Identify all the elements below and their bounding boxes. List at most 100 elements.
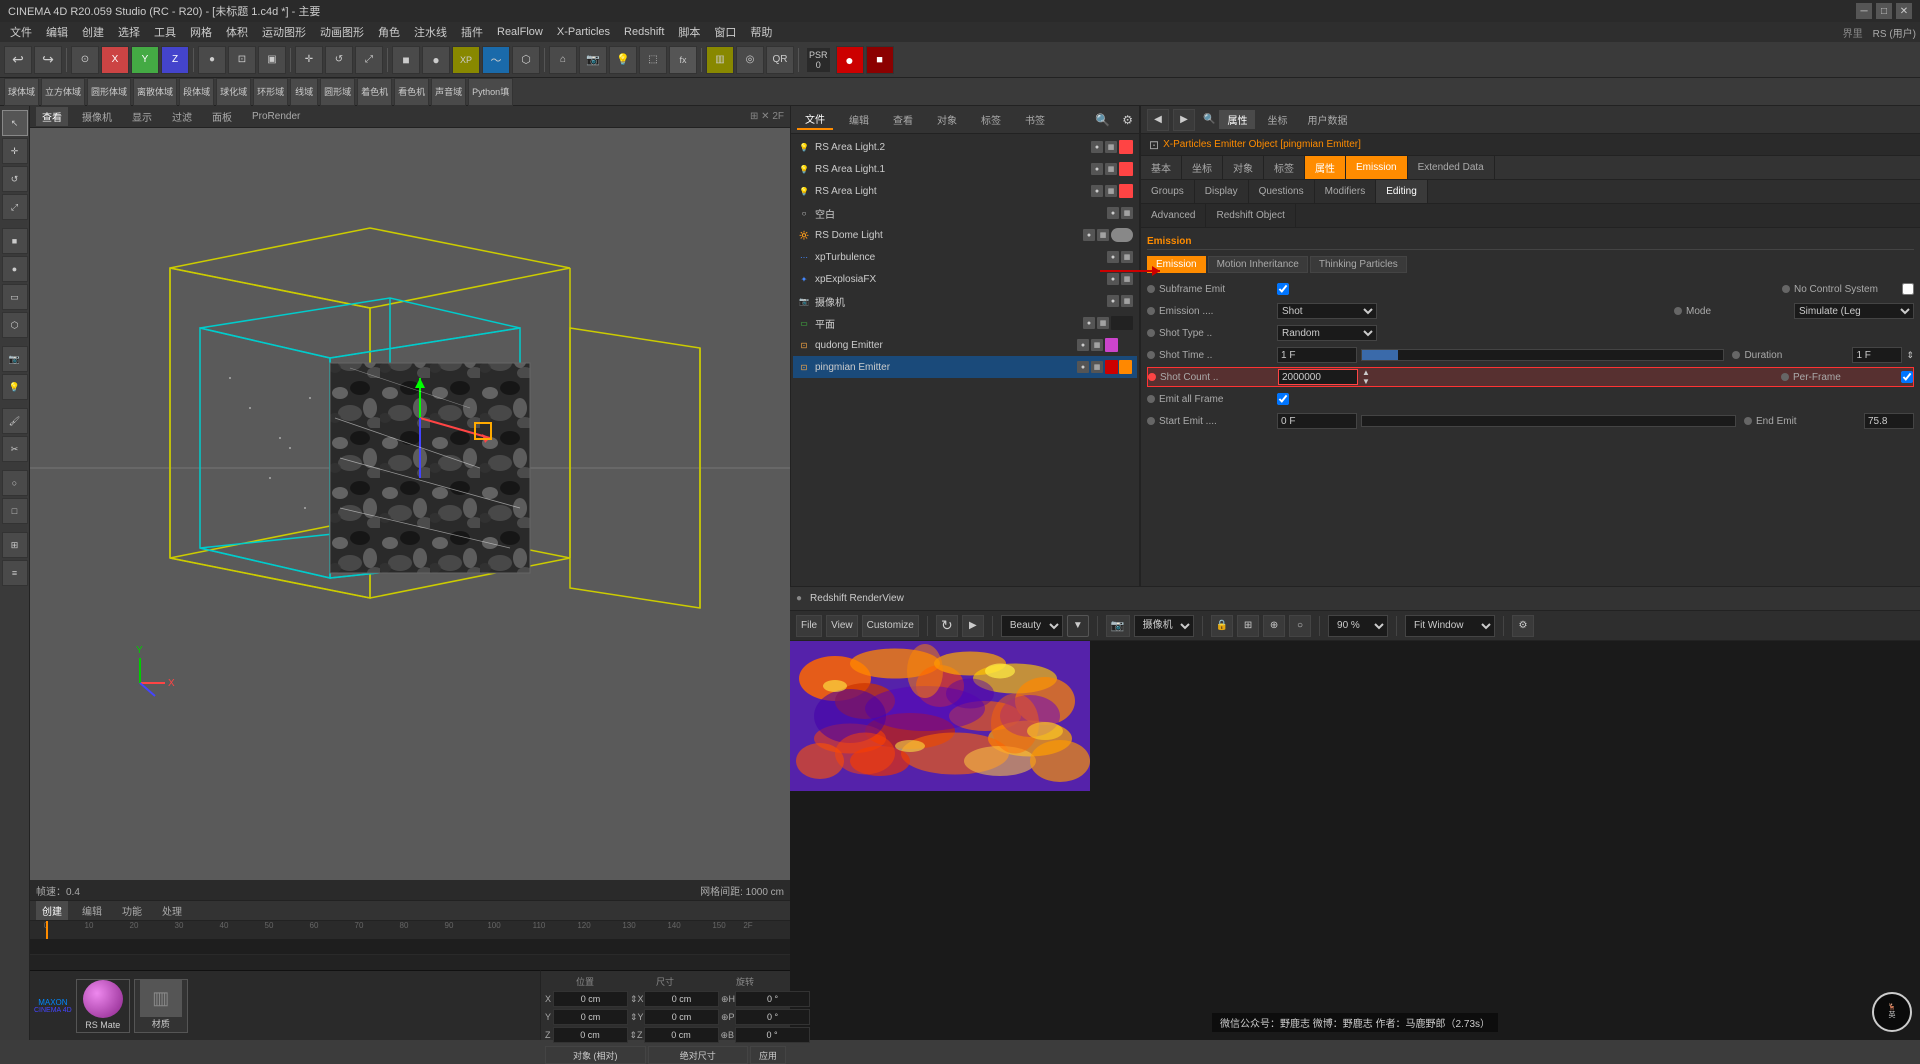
ptab-coord[interactable]: 坐标: [1182, 156, 1223, 179]
scene-tab-tag[interactable]: 标签: [973, 110, 1009, 129]
menu-mesh[interactable]: 网格: [184, 23, 218, 41]
menu-script[interactable]: 脚本: [672, 23, 706, 41]
vis-icon-2[interactable]: ●: [1091, 163, 1103, 175]
scene-tab-file[interactable]: 文件: [797, 109, 833, 130]
tl-func-tab[interactable]: 功能: [116, 901, 148, 920]
tl-process-tab[interactable]: 处理: [156, 901, 188, 920]
etab-thinking[interactable]: Thinking Particles: [1310, 256, 1407, 273]
scene-item-rsarealight[interactable]: 💡 RS Area Light ● ▦: [793, 180, 1137, 202]
lock-plane[interactable]: ▦: [1097, 317, 1109, 329]
duration-stepper[interactable]: ⇕: [1906, 350, 1914, 361]
props-arrow-left[interactable]: ◀: [1147, 109, 1169, 131]
rs-camera-dropdown[interactable]: 摄像机: [1134, 615, 1194, 637]
playhead[interactable]: [46, 921, 48, 939]
menu-window[interactable]: 窗口: [708, 23, 742, 41]
maximize-button[interactable]: □: [1876, 3, 1892, 19]
sphere-prim[interactable]: ●: [2, 256, 28, 282]
material-rsMate[interactable]: RS Mate: [76, 979, 130, 1033]
rs-lock-btn[interactable]: 📷: [1106, 615, 1130, 637]
rotate-tool-left[interactable]: ↺: [2, 166, 28, 192]
arc-domain[interactable]: 圆形域: [320, 78, 355, 106]
shottime-input[interactable]: [1277, 347, 1357, 363]
y-axis-button[interactable]: Y: [131, 46, 159, 74]
y-rot-input[interactable]: [735, 1009, 810, 1025]
minimize-button[interactable]: ─: [1856, 3, 1872, 19]
menu-animation[interactable]: 动画图形: [314, 23, 370, 41]
rs-circle-btn[interactable]: ○: [1289, 615, 1311, 637]
vis-icon-3[interactable]: ●: [1091, 185, 1103, 197]
vis-icon[interactable]: ●: [1091, 141, 1103, 153]
xparticles-btn[interactable]: XP: [452, 46, 480, 74]
scene-item-null[interactable]: ○ 空白 ● ▦: [793, 202, 1137, 224]
coord-mode-button[interactable]: 对象 (相对): [545, 1046, 646, 1064]
paint-tool[interactable]: 🖌: [2, 408, 28, 434]
circle-domain[interactable]: 圆形体域: [87, 78, 131, 106]
filter-tab[interactable]: 过滤: [166, 107, 198, 126]
rs-settings-btn[interactable]: ⚙: [1512, 615, 1534, 637]
shotcount-input[interactable]: [1278, 369, 1358, 385]
rs-view-btn[interactable]: View: [826, 615, 858, 637]
y-pos-input[interactable]: [553, 1009, 628, 1025]
vis-qudong[interactable]: ●: [1077, 339, 1089, 351]
color-machine[interactable]: 看色机: [394, 78, 429, 106]
menu-xparticles[interactable]: X-Particles: [551, 25, 616, 39]
menu-create[interactable]: 创建: [76, 23, 110, 41]
apply-button[interactable]: 应用: [750, 1046, 786, 1064]
segment-domain[interactable]: 段体域: [179, 78, 214, 106]
gen-btn[interactable]: ⬡: [512, 46, 540, 74]
shotcount-stepper[interactable]: ▲▼: [1362, 368, 1370, 386]
scene-item-plane[interactable]: ▭ 平面 ● ▦: [793, 312, 1137, 334]
z-pos-input[interactable]: [553, 1027, 628, 1043]
lock-icon-3[interactable]: ▦: [1105, 185, 1117, 197]
view-tab[interactable]: 查看: [36, 107, 68, 126]
lock-icon-null[interactable]: ▦: [1121, 207, 1133, 219]
scene-gear-icon[interactable]: ⚙: [1122, 113, 1133, 127]
viewport-area[interactable]: 查看 摄像机 显示 过滤 面板 ProRender ⊞ ✕ 2F Number …: [30, 106, 790, 900]
menu-edit[interactable]: 编辑: [40, 23, 74, 41]
emission-dropdown[interactable]: Shot: [1277, 303, 1377, 319]
props-arrow-right[interactable]: ▶: [1173, 109, 1195, 131]
menu-redshift[interactable]: Redshift: [618, 25, 670, 39]
edge-mode[interactable]: ⊡: [228, 46, 256, 74]
vis-icon-null[interactable]: ●: [1107, 207, 1119, 219]
rs-render-area[interactable]: 微信公众号：野鹿志 微博：野鹿志 作者：马鹿野郎（2.73s） 🦌 英: [790, 641, 1920, 1040]
x-rot-input[interactable]: [735, 991, 810, 1007]
3d-viewport[interactable]: X Y: [30, 128, 790, 900]
props-tab-userdata[interactable]: 用户数据: [1299, 110, 1355, 129]
etab-motion[interactable]: Motion Inheritance: [1208, 256, 1308, 273]
lock-dome[interactable]: ▦: [1097, 229, 1109, 241]
rs-zoom-dropdown[interactable]: 90 %: [1328, 615, 1388, 637]
tl-create-tab[interactable]: 创建: [36, 901, 68, 920]
menu-waterline[interactable]: 注水线: [408, 23, 453, 41]
z-rot-input[interactable]: [735, 1027, 810, 1043]
pstab-groups[interactable]: Groups: [1141, 180, 1195, 203]
rs-channel-btn[interactable]: ▼: [1067, 615, 1089, 637]
abs-size-button[interactable]: 绝对尺寸: [648, 1046, 749, 1064]
scene-tab-bookmark[interactable]: 书签: [1017, 110, 1053, 129]
vis-plane[interactable]: ●: [1083, 317, 1095, 329]
perframe-checkbox[interactable]: [1901, 371, 1913, 383]
vis-xpturb[interactable]: ●: [1107, 251, 1119, 263]
mat-btn[interactable]: ◎: [736, 46, 764, 74]
menu-volume[interactable]: 体积: [220, 23, 254, 41]
torus-domain[interactable]: 球化域: [216, 78, 251, 106]
group-obj[interactable]: □: [2, 498, 28, 524]
sound-domain[interactable]: 声音域: [431, 78, 466, 106]
ptab-object[interactable]: 对象: [1223, 156, 1264, 179]
move-tool-left[interactable]: ✛: [2, 138, 28, 164]
z-size-input[interactable]: [644, 1027, 719, 1043]
scene-item-rsdome[interactable]: 🔆 RS Dome Light ● ▦: [793, 224, 1137, 246]
scene-search-icon[interactable]: 🔍: [1095, 113, 1110, 127]
lock-icon[interactable]: ▦: [1105, 141, 1117, 153]
pstab-display[interactable]: Display: [1195, 180, 1249, 203]
emitall-checkbox[interactable]: [1277, 393, 1289, 405]
rs-lockcam-btn[interactable]: 🔒: [1211, 615, 1233, 637]
camera-btn[interactable]: 📷: [579, 46, 607, 74]
panel-tab[interactable]: 面板: [206, 107, 238, 126]
rs-overlay-btn[interactable]: ⊕: [1263, 615, 1285, 637]
pstab-questions[interactable]: Questions: [1249, 180, 1315, 203]
cube-domain[interactable]: 立方体域: [41, 78, 85, 106]
lock-qudong[interactable]: ▦: [1091, 339, 1103, 351]
menu-tools[interactable]: 工具: [148, 23, 182, 41]
shottype-dropdown[interactable]: Random: [1277, 325, 1377, 341]
